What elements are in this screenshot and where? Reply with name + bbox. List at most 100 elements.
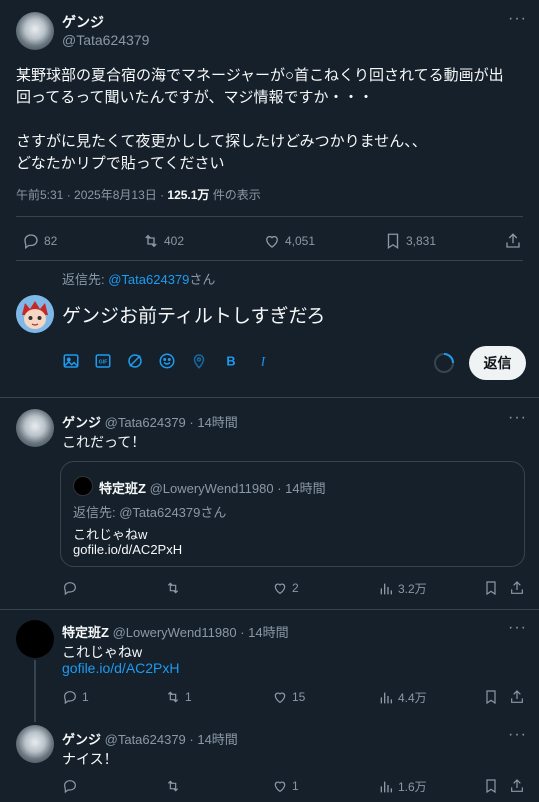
svg-text:GIF: GIF: [99, 360, 109, 366]
timestamp-text[interactable]: 午前5:31 · 2025年8月13日 ·: [16, 188, 167, 202]
repost-button[interactable]: 402: [142, 232, 184, 250]
reply1-text: これだって！: [62, 434, 146, 450]
heart-icon: [274, 781, 286, 793]
reply1-bookmark-button[interactable]: [483, 580, 499, 596]
replying-to-suffix: さん: [189, 272, 216, 287]
reply1-views-count: 3.2万: [398, 582, 427, 596]
replying-to-handle[interactable]: @Tata624379: [108, 272, 189, 287]
reply3-repost-button[interactable]: [165, 778, 181, 794]
reply-count: 82: [44, 234, 58, 248]
share-icon: [511, 581, 523, 594]
views-suffix: 件の表示: [209, 188, 261, 202]
reply1-more-icon[interactable]: ···: [508, 409, 527, 427]
reply1-author-name[interactable]: ゲンジ: [62, 415, 101, 430]
reply1-share-button[interactable]: [509, 580, 525, 596]
post-timestamp: 午前5:31 · 2025年8月13日 · 125.1万 件の表示: [16, 186, 261, 203]
heart-icon: [266, 235, 278, 248]
reply3-avatar[interactable]: [16, 725, 54, 763]
author-handle[interactable]: @Tata624379: [62, 32, 149, 48]
analytics-icon: [380, 692, 392, 703]
like-count: 4,051: [285, 234, 316, 248]
heart-icon: [274, 583, 286, 595]
author-name[interactable]: ゲンジ: [62, 12, 104, 32]
reply3-meta[interactable]: @Tata624379 · 14時間: [105, 732, 238, 747]
bookmark-icon: [486, 581, 496, 596]
analytics-icon: [380, 781, 392, 792]
bookmark-button[interactable]: 3,831: [384, 232, 436, 250]
reply2-more-icon[interactable]: ···: [508, 619, 527, 637]
reply2-header: 特定班Z @LoweryWend11980 · 14時間: [62, 622, 289, 641]
reply3-like-button[interactable]: 1: [272, 778, 299, 794]
reply2-avatar[interactable]: [16, 620, 54, 658]
repost-count: 402: [164, 234, 185, 248]
reply3-reply-button[interactable]: [62, 778, 78, 794]
reply2-share-button[interactable]: [509, 689, 525, 705]
reply-icon: [64, 582, 76, 596]
quote-link-text: gofile.io/d/AC2PxH: [73, 542, 183, 557]
svg-text:I: I: [260, 355, 266, 369]
post-text: 某野球部の夏合宿の海でマネージャーが○首こねくり回されてる動画が出 回ってるって…: [16, 65, 531, 175]
reply1-meta[interactable]: @Tata624379 · 14時間: [105, 415, 238, 430]
bookmark-icon: [486, 690, 496, 705]
quote-meta: @LoweryWend11980 · 14時間: [149, 481, 326, 496]
grok-icon[interactable]: [126, 352, 144, 370]
reply2-repost-button[interactable]: 1: [165, 689, 192, 705]
replying-to-prefix: 返信先:: [62, 272, 109, 287]
reply1-reply-button[interactable]: [62, 580, 78, 596]
reply2-author-name[interactable]: 特定班Z: [62, 625, 109, 640]
reply1-like-button[interactable]: 2: [272, 580, 299, 596]
reply3-bookmark-button[interactable]: [483, 778, 499, 794]
reply2-bookmark-button[interactable]: [483, 689, 499, 705]
reply1-like-count: 2: [292, 581, 299, 595]
share-icon: [506, 233, 520, 248]
image-icon[interactable]: [62, 352, 80, 370]
anime-avatar-icon: [16, 295, 54, 333]
reply3-views-count: 1.6万: [398, 780, 427, 794]
reply3-author-name[interactable]: ゲンジ: [62, 732, 101, 747]
emoji-icon[interactable]: [158, 352, 176, 370]
like-button[interactable]: 4,051: [263, 232, 315, 250]
quote-avatar: [73, 476, 93, 496]
gif-icon[interactable]: GIF: [94, 352, 112, 370]
share-icon: [511, 690, 523, 703]
reply2-link[interactable]: gofile.io/d/AC2PxH: [62, 660, 180, 676]
reply-draft-input[interactable]: ゲンジお前ティルトしすぎだろ: [62, 301, 325, 328]
post-text-line: 回ってるって聞いたんですが、マジ情報ですか・・・: [16, 89, 374, 106]
reply2-meta[interactable]: @LoweryWend11980 · 14時間: [113, 625, 289, 640]
reply-icon: [64, 780, 76, 794]
reply3-share-button[interactable]: [509, 778, 525, 794]
reply3-views-button[interactable]: 1.6万: [378, 778, 427, 795]
reply3-like-count: 1: [292, 779, 299, 793]
reply3-more-icon[interactable]: ···: [508, 726, 527, 744]
post-text-line: どなたかリプで貼ってください: [16, 155, 225, 172]
author-avatar[interactable]: [16, 12, 54, 50]
svg-text:B: B: [226, 354, 235, 369]
reply2-repost-count: 1: [185, 690, 192, 704]
reply1-avatar[interactable]: [16, 409, 54, 447]
views-count: 125.1万: [167, 188, 210, 202]
reply-icon: [64, 691, 76, 705]
italic-icon[interactable]: I: [254, 352, 272, 370]
bold-icon[interactable]: B: [222, 352, 240, 370]
reply-button[interactable]: 82: [22, 232, 57, 250]
reply2-reply-count: 1: [82, 690, 89, 704]
quote-text: これじゃねw: [73, 527, 148, 542]
reply2-reply-button[interactable]: 1: [62, 689, 89, 705]
reply2-views-count: 4.4万: [398, 691, 427, 705]
reply2-views-button[interactable]: 4.4万: [378, 689, 427, 706]
reply-icon: [24, 234, 38, 250]
reply1-repost-button[interactable]: [165, 580, 181, 596]
post-text-line: 某野球部の夏合宿の海でマネージャーが○首こねくり回されてる動画が出: [16, 67, 504, 84]
repost-icon: [145, 234, 157, 248]
reply2-like-button[interactable]: 15: [272, 689, 305, 705]
more-options-icon[interactable]: ···: [508, 10, 527, 28]
share-button[interactable]: [504, 232, 522, 250]
reply-submit-button[interactable]: 返信: [469, 346, 526, 380]
reply1-views-button[interactable]: 3.2万: [378, 580, 427, 597]
quoted-post[interactable]: 特定班Z @LoweryWend11980 · 14時間 返信先: @Tata6…: [60, 461, 525, 567]
reply1-header: ゲンジ @Tata624379 · 14時間: [62, 412, 238, 431]
replying-to: 返信先: @Tata624379さん: [62, 269, 215, 288]
my-avatar[interactable]: [16, 295, 54, 333]
location-icon[interactable]: [190, 352, 208, 370]
repost-icon: [167, 691, 179, 703]
